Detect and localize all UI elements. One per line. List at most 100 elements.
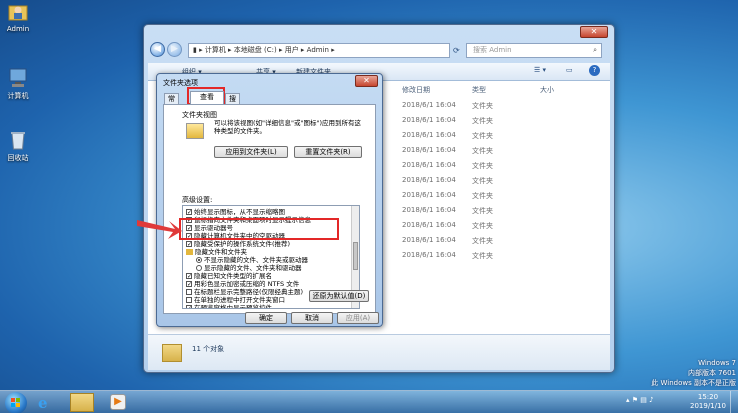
tab-view[interactable]: 查看 (190, 91, 224, 104)
reset-folders-button[interactable]: 重置文件夹(R) (294, 146, 362, 158)
tray-arrow-icon[interactable]: ▴ (626, 396, 630, 404)
show-desktop-button[interactable] (730, 391, 738, 413)
help-icon[interactable]: ? (589, 65, 600, 76)
tab-general[interactable]: 常规 (164, 93, 179, 113)
cancel-button[interactable]: 取消 (291, 312, 333, 324)
column-date[interactable]: 修改日期 (402, 85, 430, 95)
dialog-close-button[interactable]: ✕ (355, 75, 378, 87)
settings-item-label: 在预览窗格中显示预览控件 (194, 304, 272, 309)
table-row[interactable]: 2018/6/1 16:04 文件夹 (398, 116, 598, 130)
folder-views-group-label: 文件夹视图 (182, 111, 217, 119)
settings-item[interactable]: 隐藏文件和文件夹 (186, 248, 247, 256)
table-row[interactable]: 2018/6/1 16:04 文件夹 (398, 131, 598, 145)
ok-button[interactable]: 确定 (245, 312, 287, 324)
row-date: 2018/6/1 16:04 (402, 191, 456, 199)
breadcrumb-users[interactable]: 用户 (285, 46, 299, 54)
column-type[interactable]: 类型 (472, 85, 486, 95)
preview-pane-icon[interactable]: ▭ (566, 66, 573, 74)
ie-taskbar-button[interactable]: e (38, 394, 56, 412)
table-row[interactable]: 2018/6/1 16:04 文件夹 (398, 206, 598, 220)
address-bar[interactable]: ▮ ▸ 计算机 ▸ 本地磁盘 (C:) ▸ 用户 ▸ Admin ▸ (188, 43, 450, 58)
taskbar: e ▶ ▴ ⚑ ▤ ♪ 15:20 2019/1/10 (0, 390, 738, 413)
row-date: 2018/6/1 16:04 (402, 236, 456, 244)
table-row[interactable]: 2018/6/1 16:04 文件夹 (398, 176, 598, 190)
advanced-settings-label: 高级设置: (182, 196, 213, 204)
table-row[interactable]: 2018/6/1 16:04 文件夹 (398, 221, 598, 235)
apply-button[interactable]: 应用(A) (337, 312, 379, 324)
media-player-taskbar-button[interactable]: ▶ (110, 394, 126, 410)
folder-views-description: 可以将该视图(如"详细信息"或"图标")应用到所有这种类型的文件夹。 (214, 119, 362, 135)
row-type: 文件夹 (472, 117, 493, 125)
breadcrumb-drive[interactable]: 本地磁盘 (C:) (234, 46, 277, 54)
folder-icon (162, 344, 182, 362)
window-close-button[interactable]: ✕ (580, 26, 608, 38)
breadcrumb-admin[interactable]: Admin (307, 46, 329, 54)
checkbox[interactable] (186, 289, 192, 295)
annotation-arrow (137, 220, 182, 239)
row-date: 2018/6/1 16:04 (402, 116, 456, 124)
table-row[interactable]: 2018/6/1 16:04 文件夹 (398, 251, 598, 265)
settings-item[interactable]: ✓ 始终显示图标，从不显示缩略图 (186, 208, 285, 216)
back-button[interactable]: ◀ (150, 42, 165, 57)
refresh-button[interactable]: ⟳ (453, 43, 464, 58)
search-placeholder: 搜索 Admin (473, 46, 512, 54)
clock[interactable]: 15:20 2019/1/10 (690, 393, 726, 411)
row-date: 2018/6/1 16:04 (402, 161, 456, 169)
checkbox[interactable] (186, 297, 192, 303)
checkbox[interactable]: ✓ (186, 209, 192, 216)
table-row[interactable]: 2018/6/1 16:04 文件夹 (398, 146, 598, 160)
table-row[interactable]: 2018/6/1 16:04 文件夹 (398, 101, 598, 115)
restore-defaults-button[interactable]: 还原为默认值(D) (309, 290, 369, 302)
desktop-icon-admin[interactable]: Admin (0, 2, 36, 33)
scrollbar-thumb[interactable] (353, 242, 358, 270)
desktop-icon-computer[interactable]: 计算机 (0, 68, 36, 101)
forward-button[interactable]: ▶ (167, 42, 182, 57)
start-button[interactable] (5, 392, 27, 413)
view-options-icon[interactable]: ☰ ▾ (534, 66, 546, 74)
checkbox[interactable]: ✓ (186, 305, 192, 308)
tab-search[interactable]: 搜索 (225, 93, 240, 113)
item-count: 11 个对象 (192, 345, 225, 353)
table-row[interactable]: 2018/6/1 16:04 文件夹 (398, 236, 598, 250)
settings-item[interactable]: 显示隐藏的文件、文件夹和驱动器 (196, 264, 302, 272)
settings-item-label: 隐藏已知文件类型的扩展名 (194, 272, 272, 280)
settings-item[interactable]: ✓ 在预览窗格中显示预览控件 (186, 304, 272, 309)
watermark-line: 此 Windows 副本不是正版 (651, 379, 736, 387)
folder-options-dialog: 文件夹选项 ✕ 常规 查看 搜索 文件夹视图 可以将该视图(如"详细信息"或"图… (156, 73, 383, 327)
desktop-icon-recycle-bin[interactable]: 回收站 (0, 130, 36, 163)
column-size[interactable]: 大小 (540, 85, 554, 95)
folder-icon (186, 249, 193, 255)
row-type: 文件夹 (472, 207, 493, 215)
search-icon: ⌕ (593, 46, 597, 54)
row-date: 2018/6/1 16:04 (402, 206, 456, 214)
clock-date: 2019/1/10 (690, 402, 726, 410)
table-row[interactable]: 2018/6/1 16:04 文件夹 (398, 161, 598, 175)
row-type: 文件夹 (472, 162, 493, 170)
settings-item-label: 显示隐藏的文件、文件夹和驱动器 (204, 264, 302, 272)
settings-item-label: 不显示隐藏的文件、文件夹或驱动器 (204, 256, 308, 264)
search-input[interactable]: 搜索 Admin ⌕ (466, 43, 602, 58)
recycle-bin-icon (7, 130, 29, 150)
apply-to-folders-button[interactable]: 应用到文件夹(L) (214, 146, 288, 158)
checkbox[interactable]: ✓ (186, 281, 192, 288)
radio-button[interactable] (196, 257, 202, 263)
checkbox[interactable]: ✓ (186, 273, 192, 280)
settings-item[interactable]: 不显示隐藏的文件、文件夹或驱动器 (196, 256, 308, 264)
row-type: 文件夹 (472, 147, 493, 155)
user-folder-icon (7, 2, 29, 22)
settings-item[interactable]: 在单独的进程中打开文件夹窗口 (186, 296, 285, 304)
desktop-icon-label: 计算机 (7, 92, 29, 100)
table-row[interactable]: 2018/6/1 16:04 文件夹 (398, 191, 598, 205)
settings-item[interactable]: ✓ 隐藏已知文件类型的扩展名 (186, 272, 272, 280)
volume-icon[interactable]: ♪ (649, 396, 653, 404)
radio-button[interactable] (196, 265, 202, 271)
checkbox[interactable]: ✓ (186, 241, 192, 248)
explorer-taskbar-button[interactable] (70, 393, 94, 412)
settings-item[interactable]: ✓ 用彩色显示加密或压缩的 NTFS 文件 (186, 280, 299, 288)
breadcrumb-computer[interactable]: 计算机 (205, 46, 226, 54)
network-icon[interactable]: ▤ (640, 396, 647, 404)
watermark-line: Windows 7 (698, 359, 736, 367)
settings-item[interactable]: ✓ 隐藏受保护的操作系统文件(推荐) (186, 240, 290, 248)
settings-item[interactable]: 在标题栏显示完整路径(仅限经典主题) (186, 288, 303, 296)
flag-icon[interactable]: ⚑ (632, 396, 638, 404)
